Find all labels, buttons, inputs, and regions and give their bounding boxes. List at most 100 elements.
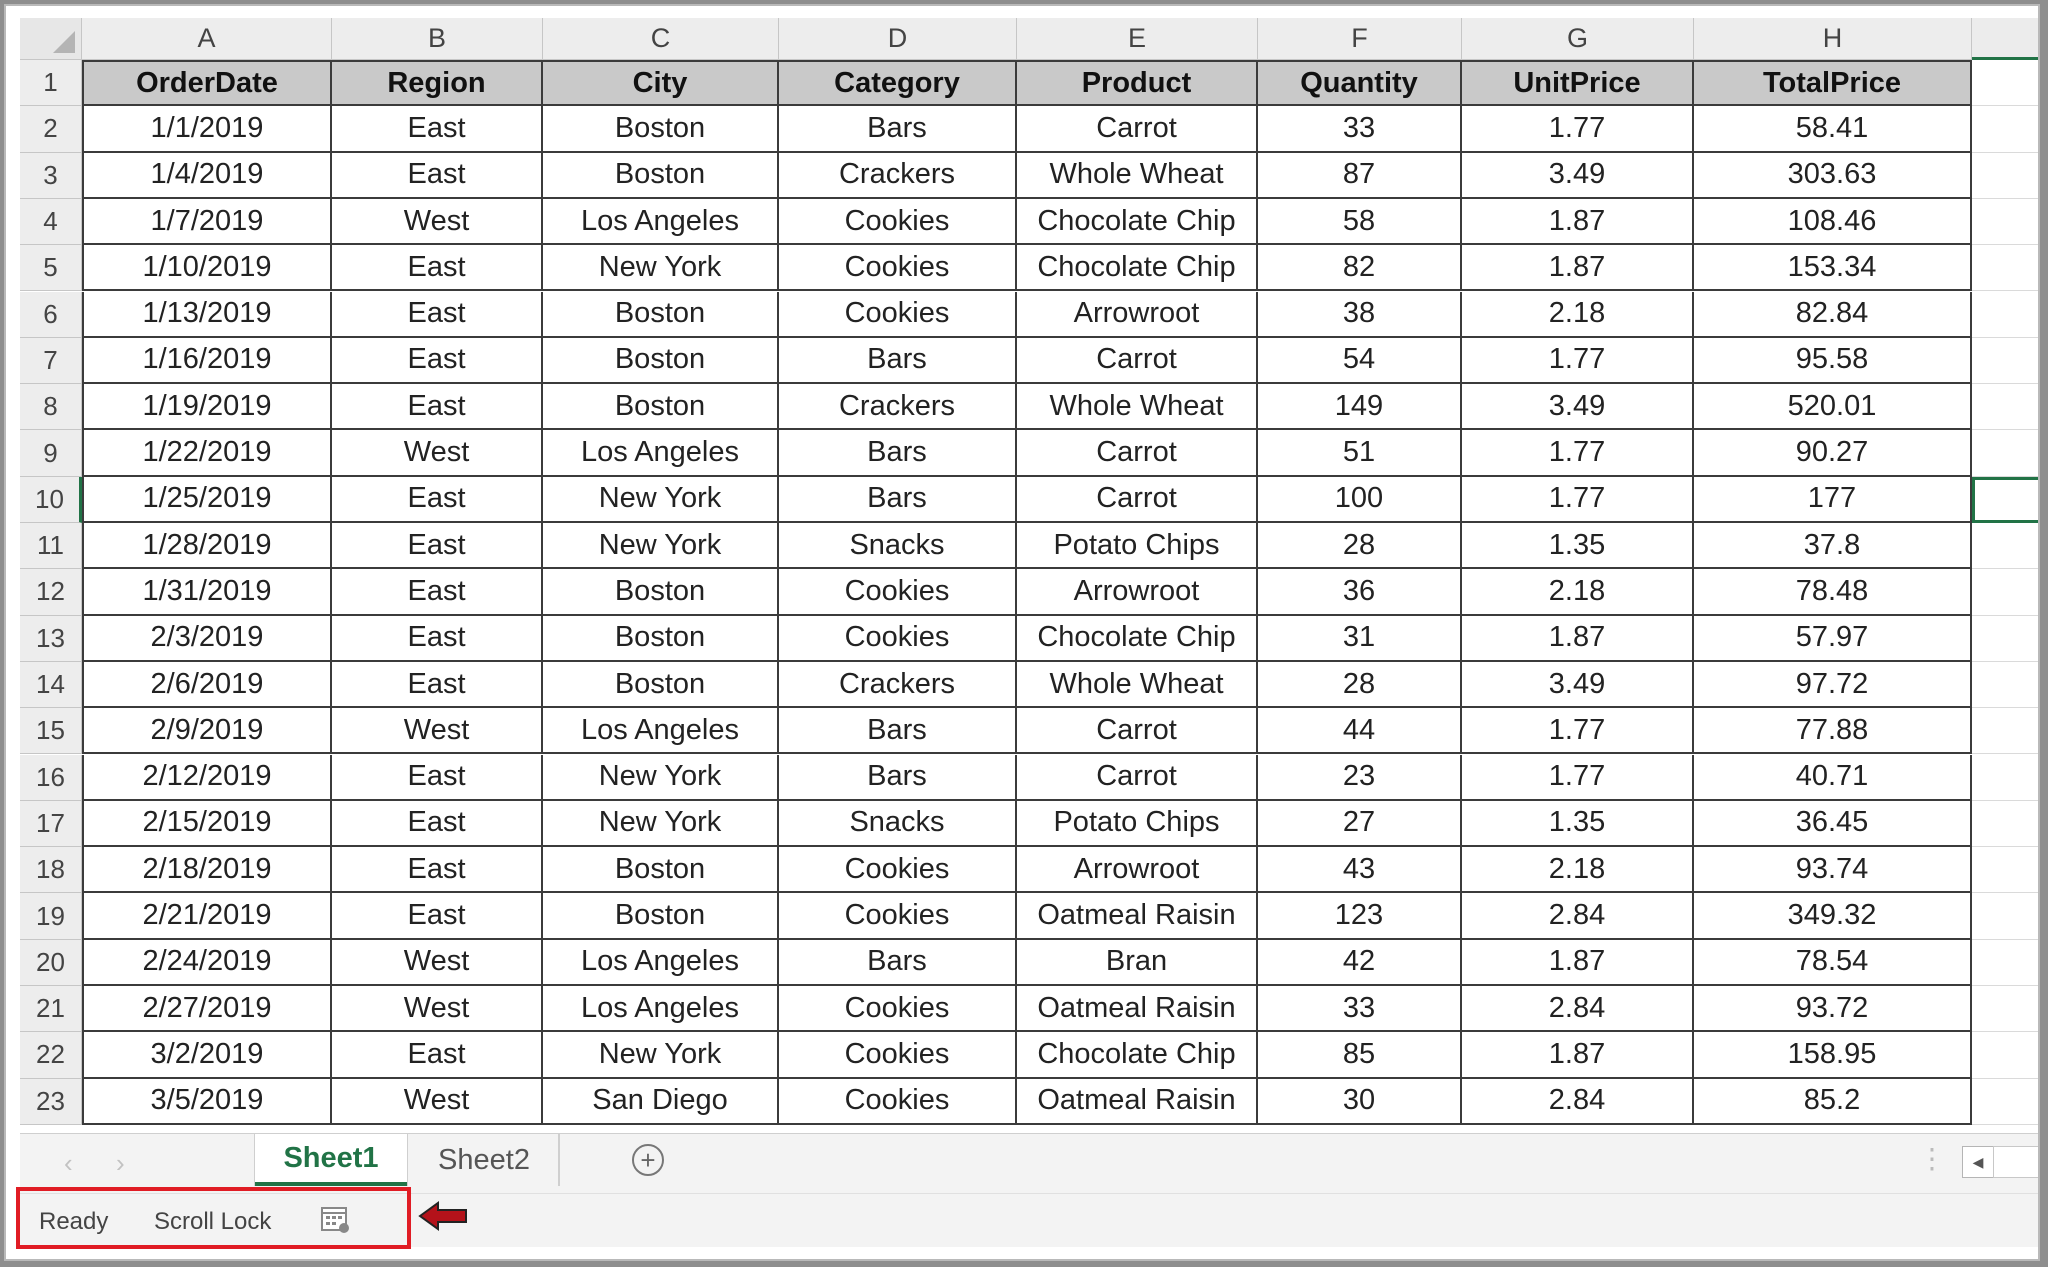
table-cell[interactable]: 1.77	[1462, 337, 1694, 385]
table-cell[interactable]: Crackers	[779, 384, 1017, 431]
table-cell[interactable]: Oatmeal Raisin	[1017, 893, 1258, 940]
column-header-f[interactable]: F	[1258, 18, 1462, 60]
table-cell[interactable]: Crackers	[779, 661, 1017, 709]
empty-cell[interactable]	[1972, 755, 2038, 801]
table-cell[interactable]: 1/4/2019	[82, 152, 332, 199]
row-header-16[interactable]: 16	[20, 754, 82, 801]
table-cell[interactable]: 1.87	[1462, 1032, 1694, 1079]
table-cell[interactable]: 23	[1258, 754, 1462, 801]
table-cell[interactable]: 100	[1258, 476, 1462, 523]
table-cell[interactable]: East	[332, 523, 543, 570]
table-cell[interactable]: Oatmeal Raisin	[1017, 986, 1258, 1033]
empty-cell[interactable]	[1972, 523, 2038, 570]
table-cell[interactable]: Cookies	[779, 1078, 1017, 1125]
table-cell[interactable]: 149	[1258, 384, 1462, 431]
table-cell[interactable]: 87	[1258, 152, 1462, 199]
empty-cell[interactable]	[1972, 1079, 2038, 1125]
table-cell[interactable]: Whole Wheat	[1017, 661, 1258, 709]
table-cell[interactable]: New York	[543, 754, 779, 801]
row-header-22[interactable]: 22	[20, 1032, 82, 1079]
table-cell[interactable]: Cookies	[779, 1032, 1017, 1079]
table-cell[interactable]: 1.87	[1462, 198, 1694, 246]
table-cell[interactable]: New York	[543, 1032, 779, 1079]
table-cell[interactable]: New York	[543, 523, 779, 570]
header-cell-unitprice[interactable]: UnitPrice	[1462, 60, 1694, 107]
empty-cell[interactable]	[1972, 153, 2038, 199]
empty-cell[interactable]	[1972, 1032, 2038, 1079]
table-cell[interactable]: Cookies	[779, 847, 1017, 894]
table-cell[interactable]: Boston	[543, 152, 779, 199]
table-cell[interactable]: 1.35	[1462, 800, 1694, 848]
table-cell[interactable]: East	[332, 245, 543, 292]
table-cell[interactable]: Carrot	[1017, 754, 1258, 801]
table-cell[interactable]: Boston	[543, 106, 779, 153]
table-cell[interactable]: Bars	[779, 939, 1017, 986]
table-cell[interactable]: East	[332, 847, 543, 894]
table-cell[interactable]: Carrot	[1017, 430, 1258, 477]
table-cell[interactable]: 58.41	[1694, 106, 1972, 153]
table-cell[interactable]: 3.49	[1462, 661, 1694, 709]
table-cell[interactable]: 82	[1258, 245, 1462, 292]
empty-cell[interactable]	[1972, 708, 2038, 755]
row-header-7[interactable]: 7	[20, 337, 82, 385]
column-header-c[interactable]: C	[543, 18, 779, 60]
table-cell[interactable]: 77.88	[1694, 708, 1972, 755]
table-cell[interactable]: 44	[1258, 708, 1462, 755]
table-cell[interactable]: 57.97	[1694, 615, 1972, 662]
table-cell[interactable]: 43	[1258, 847, 1462, 894]
column-header-a[interactable]: A	[82, 18, 332, 60]
table-cell[interactable]: 1/7/2019	[82, 198, 332, 246]
table-cell[interactable]: 93.72	[1694, 986, 1972, 1033]
table-cell[interactable]: 2/18/2019	[82, 847, 332, 894]
table-cell[interactable]: 1.77	[1462, 754, 1694, 801]
table-cell[interactable]: 2/27/2019	[82, 986, 332, 1033]
table-cell[interactable]: 33	[1258, 986, 1462, 1033]
table-cell[interactable]: 2/21/2019	[82, 893, 332, 940]
header-cell-product[interactable]: Product	[1017, 60, 1258, 107]
table-cell[interactable]: East	[332, 476, 543, 523]
table-cell[interactable]: Cookies	[779, 986, 1017, 1033]
active-cell-selection[interactable]	[1972, 476, 2038, 523]
table-cell[interactable]: East	[332, 291, 543, 338]
column-header-b[interactable]: B	[332, 18, 543, 60]
table-cell[interactable]: 1/19/2019	[82, 384, 332, 431]
table-cell[interactable]: Los Angeles	[543, 430, 779, 477]
table-cell[interactable]: East	[332, 754, 543, 801]
row-header-19[interactable]: 19	[20, 893, 82, 940]
table-cell[interactable]: East	[332, 384, 543, 431]
row-header-17[interactable]: 17	[20, 800, 82, 848]
table-cell[interactable]: East	[332, 893, 543, 940]
table-cell[interactable]: East	[332, 800, 543, 848]
row-header-20[interactable]: 20	[20, 939, 82, 986]
column-header-e[interactable]: E	[1017, 18, 1258, 60]
select-all-corner[interactable]	[20, 18, 82, 60]
row-header-4[interactable]: 4	[20, 198, 82, 246]
table-cell[interactable]: 54	[1258, 337, 1462, 385]
table-cell[interactable]: East	[332, 337, 543, 385]
row-header-2[interactable]: 2	[20, 106, 82, 153]
table-cell[interactable]: 36	[1258, 569, 1462, 616]
table-cell[interactable]: 3/2/2019	[82, 1032, 332, 1079]
table-cell[interactable]: West	[332, 939, 543, 986]
empty-cell[interactable]	[1972, 106, 2038, 153]
empty-cell[interactable]	[1972, 430, 2038, 477]
table-cell[interactable]: East	[332, 661, 543, 709]
table-cell[interactable]: Cookies	[779, 615, 1017, 662]
table-cell[interactable]: Cookies	[779, 569, 1017, 616]
table-cell[interactable]: Carrot	[1017, 476, 1258, 523]
table-cell[interactable]: 2/24/2019	[82, 939, 332, 986]
table-cell[interactable]: 1.87	[1462, 939, 1694, 986]
header-cell-quantity[interactable]: Quantity	[1258, 60, 1462, 107]
table-cell[interactable]: 177	[1694, 476, 1972, 523]
table-cell[interactable]: 28	[1258, 661, 1462, 709]
table-cell[interactable]: 2/9/2019	[82, 708, 332, 755]
table-cell[interactable]: 1/28/2019	[82, 523, 332, 570]
table-cell[interactable]: Cookies	[779, 198, 1017, 246]
table-cell[interactable]: 40.71	[1694, 754, 1972, 801]
row-header-11[interactable]: 11	[20, 523, 82, 570]
horizontal-scrollbar[interactable]	[1993, 1146, 2038, 1178]
table-cell[interactable]: Carrot	[1017, 337, 1258, 385]
empty-cell[interactable]	[1972, 662, 2038, 709]
table-cell[interactable]: 1/10/2019	[82, 245, 332, 292]
header-cell-region[interactable]: Region	[332, 60, 543, 107]
